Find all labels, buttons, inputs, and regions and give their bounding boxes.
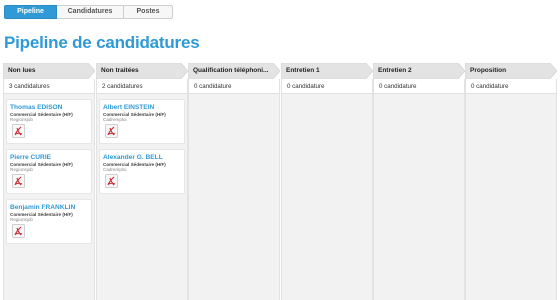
view-tabs: Pipeline Candidatures Postes bbox=[4, 5, 173, 19]
pdf-icon[interactable] bbox=[12, 174, 25, 188]
tab-candidatures[interactable]: Candidatures bbox=[57, 5, 124, 19]
column-header[interactable]: Proposition bbox=[465, 63, 557, 79]
tab-pipeline[interactable]: Pipeline bbox=[4, 5, 57, 19]
candidate-card[interactable]: Albert EINSTEIN Commercial Sédentaire (H… bbox=[99, 99, 185, 144]
column-count: 0 candidature bbox=[373, 79, 465, 94]
candidate-job: Commercial Sédentaire (H/F) bbox=[10, 111, 73, 117]
column-header[interactable]: Non lues bbox=[3, 63, 95, 79]
pdf-icon[interactable] bbox=[105, 124, 118, 138]
candidate-name[interactable]: Thomas EDISON bbox=[10, 104, 62, 111]
pipeline-column-proposition: Proposition 0 candidature bbox=[465, 63, 557, 300]
candidate-job: Commercial Sédentaire (H/F) bbox=[103, 161, 166, 167]
pipeline-column-non-traitees: Non traitées 2 candidatures Albert EINST… bbox=[96, 63, 188, 300]
column-body bbox=[373, 94, 465, 300]
column-header[interactable]: Entretien 2 bbox=[373, 63, 465, 79]
column-header[interactable]: Qualification téléphoni... bbox=[188, 63, 280, 79]
column-count: 2 candidatures bbox=[96, 79, 188, 94]
column-header[interactable]: Non traitées bbox=[96, 63, 188, 79]
column-body bbox=[188, 94, 280, 300]
candidate-source: Regionsjob bbox=[10, 117, 33, 122]
pipeline-column-entretien-1: Entretien 1 0 candidature bbox=[281, 63, 373, 300]
candidate-name[interactable]: Alexander G. BELL bbox=[103, 154, 163, 161]
column-count: 0 candidature bbox=[188, 79, 280, 94]
page-title: Pipeline de candidatures bbox=[4, 33, 200, 52]
column-count: 3 candidatures bbox=[3, 79, 95, 94]
column-title: Entretien 1 bbox=[286, 67, 320, 74]
candidate-name[interactable]: Pierre CURIE bbox=[10, 154, 51, 161]
column-header[interactable]: Entretien 1 bbox=[281, 63, 373, 79]
pdf-icon[interactable] bbox=[12, 224, 25, 238]
column-title: Entretien 2 bbox=[378, 67, 412, 74]
column-body bbox=[281, 94, 373, 300]
candidate-source: Cadremploi bbox=[103, 117, 127, 122]
pipeline-column-qualification: Qualification téléphoni... 0 candidature bbox=[188, 63, 280, 300]
column-count: 0 candidature bbox=[281, 79, 373, 94]
column-count: 0 candidature bbox=[465, 79, 557, 94]
candidate-source: Regionsjob bbox=[10, 217, 33, 222]
column-body bbox=[465, 94, 557, 300]
candidate-source: Regionsjob bbox=[10, 167, 33, 172]
candidate-card[interactable]: Pierre CURIE Commercial Sédentaire (H/F)… bbox=[6, 149, 92, 194]
candidate-source: Cadremploi bbox=[103, 167, 127, 172]
pipeline-board: Non lues 3 candidatures Thomas EDISON Co… bbox=[3, 63, 560, 300]
pdf-icon[interactable] bbox=[105, 174, 118, 188]
pipeline-column-entretien-2: Entretien 2 0 candidature bbox=[373, 63, 465, 300]
candidate-name[interactable]: Albert EINSTEIN bbox=[103, 104, 154, 111]
column-title: Non traitées bbox=[101, 67, 139, 74]
candidate-job: Commercial Sédentaire (H/F) bbox=[103, 111, 166, 117]
tab-postes[interactable]: Postes bbox=[124, 5, 173, 19]
candidate-card[interactable]: Alexander G. BELL Commercial Sédentaire … bbox=[99, 149, 185, 194]
candidate-job: Commercial Sédentaire (H/F) bbox=[10, 161, 73, 167]
column-title: Non lues bbox=[8, 67, 36, 74]
column-title: Proposition bbox=[470, 67, 507, 74]
candidate-job: Commercial Sédentaire (H/F) bbox=[10, 211, 73, 217]
candidate-card[interactable]: Benjamin FRANKLIN Commercial Sédentaire … bbox=[6, 199, 92, 244]
candidate-card[interactable]: Thomas EDISON Commercial Sédentaire (H/F… bbox=[6, 99, 92, 144]
candidate-name[interactable]: Benjamin FRANKLIN bbox=[10, 204, 75, 211]
column-title: Qualification téléphoni... bbox=[193, 67, 269, 74]
pipeline-column-non-lues: Non lues 3 candidatures Thomas EDISON Co… bbox=[3, 63, 95, 300]
pdf-icon[interactable] bbox=[12, 124, 25, 138]
